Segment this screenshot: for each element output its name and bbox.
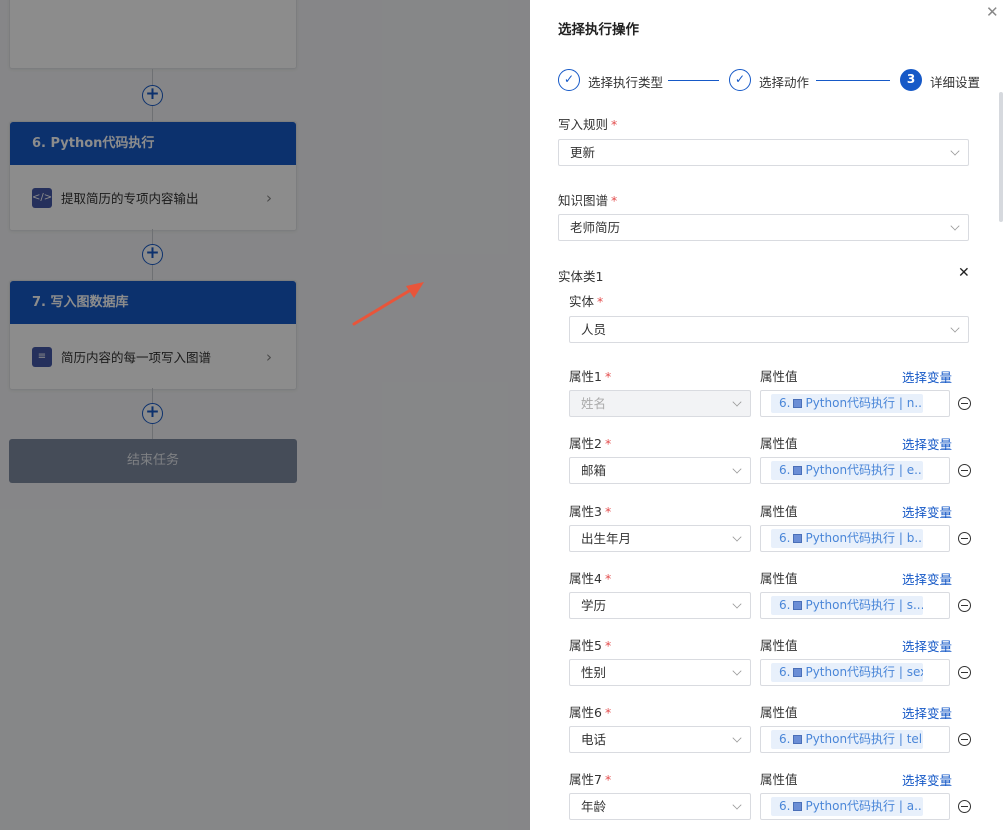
modal-mask[interactable] xyxy=(0,0,530,830)
variable-tag[interactable]: 6. Python代码执行 | s... xyxy=(771,596,923,615)
select-value: 性别 xyxy=(581,665,607,680)
attribute-value-label: 属性值 xyxy=(760,638,798,653)
scrollbar[interactable] xyxy=(999,92,1003,222)
variable-tag[interactable]: 6. Python代码执行 | tel xyxy=(771,730,923,749)
attribute-value-label: 属性值 xyxy=(760,369,798,384)
step-3-indicator: 3 xyxy=(900,69,922,91)
attribute-label: 属性1 * xyxy=(569,369,612,384)
attribute-value-field[interactable]: 6. Python代码执行 | e... xyxy=(760,457,950,484)
entity-select[interactable]: 人员 xyxy=(569,316,969,343)
variable-tag[interactable]: 6. Python代码执行 | sex xyxy=(771,663,923,682)
attribute-select[interactable]: 出生年月 xyxy=(569,525,751,552)
variable-node-icon xyxy=(793,668,803,677)
remove-attribute-minus-icon[interactable] xyxy=(958,666,971,679)
select-variable-link[interactable]: 选择变量 xyxy=(902,569,952,588)
attribute-select[interactable]: 电话 xyxy=(569,726,751,753)
select-value: 电话 xyxy=(581,732,607,747)
chevron-down-icon xyxy=(950,146,960,156)
remove-attribute-minus-icon[interactable] xyxy=(958,397,971,410)
attribute-value-label: 属性值 xyxy=(760,571,798,586)
attribute-select[interactable]: 邮箱 xyxy=(569,457,751,484)
variable-node-icon xyxy=(793,735,803,744)
variable-tag[interactable]: 6. Python代码执行 | b... xyxy=(771,529,923,548)
attribute-label: 属性4 * xyxy=(569,571,612,586)
attribute-value-field[interactable]: 6. Python代码执行 | s... xyxy=(760,592,950,619)
attribute-select[interactable]: 性别 xyxy=(569,659,751,686)
select-value: 老师简历 xyxy=(570,220,621,235)
chevron-down-icon xyxy=(732,599,742,609)
attribute-label: 属性5 * xyxy=(569,638,612,653)
attribute-label: 属性3 * xyxy=(569,504,612,519)
attribute-label: 属性7 * xyxy=(569,772,612,787)
variable-tag[interactable]: 6. Python代码执行 | a... xyxy=(771,797,923,816)
chevron-down-icon xyxy=(732,733,742,743)
kg-label: 知识图谱 * xyxy=(558,193,618,208)
variable-node-icon xyxy=(793,399,803,408)
step-connector xyxy=(668,80,719,81)
select-value: 年龄 xyxy=(581,799,607,814)
attribute-value-field[interactable]: 6. Python代码执行 | sex xyxy=(760,659,950,686)
variable-tag[interactable]: 6. Python代码执行 | n... xyxy=(771,394,923,413)
attribute-select[interactable]: 年龄 xyxy=(569,793,751,820)
attribute-label: 属性2 * xyxy=(569,436,612,451)
chevron-down-icon xyxy=(732,464,742,474)
action-drawer: 选择执行操作 ✕ ✓ 选择执行类型 ✓ 选择动作 3 详细设置 写入规则 * 更新… xyxy=(530,0,1003,830)
entity-class-label: 实体类1 xyxy=(558,269,604,284)
variable-node-icon xyxy=(793,601,803,610)
variable-node-icon xyxy=(793,534,803,543)
select-value: 人员 xyxy=(581,322,607,337)
step-1-label: 选择执行类型 xyxy=(588,75,664,90)
remove-entity-class-close-icon[interactable]: ✕ xyxy=(958,265,970,281)
attribute-select[interactable]: 学历 xyxy=(569,592,751,619)
step-2-check-icon: ✓ xyxy=(729,69,751,91)
attribute-value-label: 属性值 xyxy=(760,504,798,519)
annotation-arrow-icon xyxy=(352,282,424,326)
remove-attribute-minus-icon[interactable] xyxy=(958,599,971,612)
select-value: 出生年月 xyxy=(581,531,632,546)
attribute-value-label: 属性值 xyxy=(760,772,798,787)
attribute-value-label: 属性值 xyxy=(760,705,798,720)
chevron-down-icon xyxy=(950,323,960,333)
step-3-label: 详细设置 xyxy=(930,75,981,90)
select-variable-link[interactable]: 选择变量 xyxy=(902,502,952,521)
select-variable-link[interactable]: 选择变量 xyxy=(902,636,952,655)
remove-attribute-minus-icon[interactable] xyxy=(958,532,971,545)
attribute-value-field[interactable]: 6. Python代码执行 | tel xyxy=(760,726,950,753)
variable-node-icon xyxy=(793,466,803,475)
attribute-value-label: 属性值 xyxy=(760,436,798,451)
select-value: 姓名 xyxy=(581,396,607,411)
variable-tag[interactable]: 6. Python代码执行 | e... xyxy=(771,461,923,480)
attribute-value-field[interactable]: 6. Python代码执行 | n... xyxy=(760,390,950,417)
step-1-check-icon: ✓ xyxy=(558,69,580,91)
entity-label: 实体 * xyxy=(569,294,604,309)
chevron-down-icon xyxy=(732,800,742,810)
select-variable-link[interactable]: 选择变量 xyxy=(902,770,952,789)
chevron-down-icon xyxy=(732,532,742,542)
variable-node-icon xyxy=(793,802,803,811)
attribute-value-field[interactable]: 6. Python代码执行 | a... xyxy=(760,793,950,820)
attribute-label: 属性6 * xyxy=(569,705,612,720)
close-icon[interactable]: ✕ xyxy=(986,3,999,21)
step-connector xyxy=(816,80,890,81)
select-variable-link[interactable]: 选择变量 xyxy=(902,703,952,722)
select-value: 更新 xyxy=(570,145,596,160)
select-value: 邮箱 xyxy=(581,463,607,478)
remove-attribute-minus-icon[interactable] xyxy=(958,464,971,477)
remove-attribute-minus-icon[interactable] xyxy=(958,800,971,813)
select-variable-link[interactable]: 选择变量 xyxy=(902,367,952,386)
chevron-down-icon xyxy=(732,666,742,676)
drawer-title: 选择执行操作 xyxy=(558,22,639,38)
chevron-down-icon xyxy=(950,221,960,231)
select-variable-link[interactable]: 选择变量 xyxy=(902,434,952,453)
attribute-select[interactable]: 姓名 xyxy=(569,390,751,417)
attribute-value-field[interactable]: 6. Python代码执行 | b... xyxy=(760,525,950,552)
write-rule-select[interactable]: 更新 xyxy=(558,139,969,166)
steps: ✓ 选择执行类型 ✓ 选择动作 3 详细设置 xyxy=(558,69,981,93)
step-2-label: 选择动作 xyxy=(759,75,810,90)
chevron-down-icon xyxy=(732,397,742,407)
kg-select[interactable]: 老师简历 xyxy=(558,214,969,241)
write-rule-label: 写入规则 * xyxy=(558,117,618,132)
remove-attribute-minus-icon[interactable] xyxy=(958,733,971,746)
select-value: 学历 xyxy=(581,598,607,613)
